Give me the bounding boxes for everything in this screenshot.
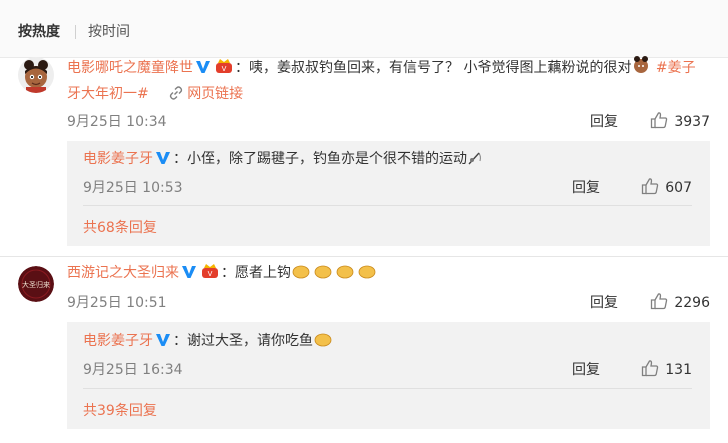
fist-salute-emoji-icon xyxy=(313,330,333,355)
comment-item: 电影哪吒之魔童降世 V ：咦，姜叔叔钓鱼回来，有信号了？ 小爷觉得图上藕粉说的很对 … xyxy=(0,55,728,257)
comment-meta: 9月25日 10:34 回复 3937 xyxy=(67,111,710,131)
sort-bar: 按热度 按时间 xyxy=(0,0,728,58)
fist-salute-emoji-icon xyxy=(291,262,379,288)
sub-comment-box: 电影姜子牙 ：谢过大圣，请你吃鱼 9月25日 16:34 回复 131 共39条回… xyxy=(67,322,710,429)
more-replies-link[interactable]: 共39条回复 xyxy=(83,400,157,420)
sub-reply-button[interactable]: 回复 xyxy=(572,177,600,197)
thumbs-up-icon xyxy=(651,293,668,310)
comment-username[interactable]: 西游记之大圣归来 xyxy=(67,265,179,281)
sub-comment-timestamp: 9月25日 16:34 xyxy=(83,362,183,378)
like-count: 3937 xyxy=(674,114,710,130)
link-icon xyxy=(169,86,183,100)
avatar[interactable] xyxy=(18,57,54,93)
reply-button[interactable]: 回复 xyxy=(590,111,618,131)
thumbs-up-icon xyxy=(642,360,659,377)
verified-icon xyxy=(195,59,211,82)
avatar-logo-text: 大圣归来 xyxy=(22,280,50,289)
comment-item: 大圣归来 西游记之大圣归来 V ：愿者上钩 9月25日 10:51 回复 2296 … xyxy=(0,257,728,443)
nezha-emoji-icon xyxy=(631,55,651,83)
crown-badge-icon: V xyxy=(215,58,233,82)
sub-divider xyxy=(83,388,692,389)
comment-body: ：咦，姜叔叔钓鱼回来，有信号了？ 小爷觉得图上藕粉说的很对 xyxy=(235,60,632,76)
sub-comment-text: 电影姜子牙 ：谢过大圣，请你吃鱼 xyxy=(83,330,700,355)
comment-timestamp: 9月25日 10:34 xyxy=(67,114,167,130)
thumbs-up-icon xyxy=(642,178,659,195)
sub-comment-text: 电影姜子牙 ：小侄，除了踢毽子，钓鱼亦是个很不错的运动 xyxy=(83,148,700,173)
sub-like-count: 131 xyxy=(665,362,692,378)
sort-by-hot-tab[interactable]: 按热度 xyxy=(18,23,60,41)
verified-icon xyxy=(155,332,171,354)
svg-text:V: V xyxy=(208,270,213,278)
sub-comment-body: ：小侄，除了踢毽子，钓鱼亦是个很不错的运动 xyxy=(173,151,467,167)
avatar[interactable]: 大圣归来 xyxy=(18,266,54,302)
comment-text: 电影哪吒之魔童降世 V ：咦，姜叔叔钓鱼回来，有信号了？ 小爷觉得图上藕粉说的很对 … xyxy=(67,55,708,106)
sort-separator xyxy=(75,25,76,39)
sub-comment-meta: 9月25日 16:34 回复 131 xyxy=(83,359,692,379)
comment-text: 西游记之大圣归来 V ：愿者上钩 xyxy=(67,262,708,288)
sub-comment-username[interactable]: 电影姜子牙 xyxy=(83,151,153,167)
sub-comment-timestamp: 9月25日 10:53 xyxy=(83,180,183,196)
like-button[interactable]: 2296 xyxy=(650,292,710,311)
reply-button[interactable]: 回复 xyxy=(590,292,618,312)
crown-badge-icon: V xyxy=(201,263,219,287)
comment-username[interactable]: 电影哪吒之魔童降世 xyxy=(67,60,193,76)
thumbs-up-icon xyxy=(651,112,668,129)
sort-by-time-tab[interactable]: 按时间 xyxy=(88,23,130,41)
sub-comment-box: 电影姜子牙 ：小侄，除了踢毽子，钓鱼亦是个很不错的运动 9月25日 10:53 回… xyxy=(67,141,710,246)
more-replies-link[interactable]: 共68条回复 xyxy=(83,217,157,237)
fishing-emoji-icon xyxy=(467,150,483,173)
sub-like-button[interactable]: 131 xyxy=(641,359,692,378)
verified-icon xyxy=(181,264,197,287)
web-link[interactable]: 网页链接 xyxy=(169,86,243,102)
verified-icon xyxy=(155,150,171,172)
like-button[interactable]: 3937 xyxy=(650,111,710,130)
web-link-label: 网页链接 xyxy=(187,86,244,102)
svg-text:V: V xyxy=(222,65,227,73)
sub-comment-body: ：谢过大圣，请你吃鱼 xyxy=(173,333,313,349)
comment-timestamp: 9月25日 10:51 xyxy=(67,295,167,311)
sub-comment-meta: 9月25日 10:53 回复 607 xyxy=(83,177,692,197)
sub-reply-button[interactable]: 回复 xyxy=(572,359,600,379)
comment-meta: 9月25日 10:51 回复 2296 xyxy=(67,292,710,312)
like-count: 2296 xyxy=(674,295,710,311)
sub-divider xyxy=(83,205,692,206)
sub-comment-username[interactable]: 电影姜子牙 xyxy=(83,333,153,349)
sub-like-button[interactable]: 607 xyxy=(641,177,692,196)
sub-like-count: 607 xyxy=(665,180,692,196)
comment-body: ：愿者上钩 xyxy=(221,265,291,281)
